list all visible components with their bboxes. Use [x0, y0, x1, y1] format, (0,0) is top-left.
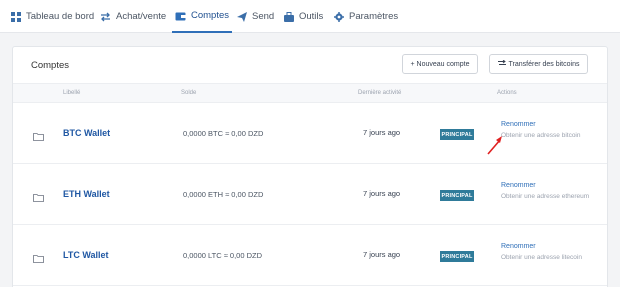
accounts-card: Comptes + Nouveau compte Transférer des …	[12, 46, 608, 287]
nav-parametres[interactable]: Paramètres	[333, 0, 398, 33]
get-address-link[interactable]: Obtenir une adresse litecoin	[501, 254, 582, 261]
rename-link[interactable]: Renommer	[501, 182, 536, 189]
card-header: Comptes + Nouveau compte Transférer des …	[13, 47, 607, 83]
last-activity: 7 jours ago	[363, 128, 401, 137]
transfer-label: Transférer des bitcoins	[508, 60, 580, 68]
nav-tableau-de-bord[interactable]: Tableau de bord	[10, 0, 94, 33]
nav-achat-vente[interactable]: Achat/vente	[100, 0, 166, 33]
column-header-solde: Solde	[181, 90, 197, 96]
briefcase-icon	[283, 11, 294, 22]
nav-label: Achat/vente	[116, 11, 167, 22]
folder-icon	[33, 189, 44, 202]
new-account-button[interactable]: + Nouveau compte	[402, 54, 478, 74]
annotation-arrow-icon	[487, 136, 502, 155]
folder-icon	[33, 250, 44, 263]
wallet-balance: 0,0000 ETH ≈ 0,00 DZD	[183, 190, 264, 199]
get-address-link[interactable]: Obtenir une adresse bitcoin	[501, 132, 581, 139]
table-row: LTC Wallet 0,0000 LTC ≈ 0,00 DZD 7 jours…	[13, 225, 607, 286]
nav-outils[interactable]: Outils	[283, 0, 323, 33]
transfer-bitcoins-button[interactable]: Transférer des bitcoins	[489, 54, 588, 74]
principal-badge: PRINCIPAL	[440, 251, 474, 262]
table-header: Libellé Solde Dernière activité Actions	[13, 83, 607, 103]
nav-label: Send	[252, 11, 275, 22]
table-row: BTC Wallet 0,0000 BTC ≈ 0,00 DZD 7 jours…	[13, 103, 607, 164]
wallet-balance: 0,0000 BTC ≈ 0,00 DZD	[183, 129, 264, 138]
nav-label: Tableau de bord	[26, 11, 95, 22]
column-header-activity: Dernière activité	[358, 90, 402, 96]
principal-badge: PRINCIPAL	[440, 129, 474, 140]
transfer-icon	[497, 59, 506, 68]
page-title: Comptes	[31, 60, 70, 71]
nav-label: Comptes	[191, 10, 230, 21]
folder-icon	[33, 128, 44, 141]
column-header-actions: Actions	[497, 90, 517, 96]
nav-label: Paramètres	[349, 11, 399, 22]
gear-icon	[333, 11, 344, 22]
table-row: ETH Wallet 0,0000 ETH ≈ 0,00 DZD 7 jours…	[13, 164, 607, 225]
send-icon	[236, 11, 247, 22]
column-header-libelle: Libellé	[63, 90, 81, 96]
principal-badge: PRINCIPAL	[440, 190, 474, 201]
nav-comptes[interactable]: Comptes	[172, 0, 233, 33]
wallet-name-link[interactable]: LTC Wallet	[63, 250, 109, 260]
nav-send[interactable]: Send	[236, 0, 274, 33]
last-activity: 7 jours ago	[363, 189, 401, 198]
grid-icon	[10, 11, 21, 22]
wallet-balance: 0,0000 LTC ≈ 0,00 DZD	[183, 251, 263, 260]
wallet-icon	[175, 10, 186, 21]
nav-label: Outils	[299, 11, 324, 22]
rename-link[interactable]: Renommer	[501, 243, 536, 250]
rename-link[interactable]: Renommer	[501, 121, 536, 128]
get-address-link[interactable]: Obtenir une adresse ethereum	[501, 193, 589, 200]
top-navigation: Tableau de bord Achat/vente Comptes Send…	[0, 0, 620, 33]
last-activity: 7 jours ago	[363, 250, 401, 259]
wallet-name-link[interactable]: BTC Wallet	[63, 128, 110, 138]
wallet-name-link[interactable]: ETH Wallet	[63, 189, 110, 199]
swap-icon	[100, 11, 111, 22]
